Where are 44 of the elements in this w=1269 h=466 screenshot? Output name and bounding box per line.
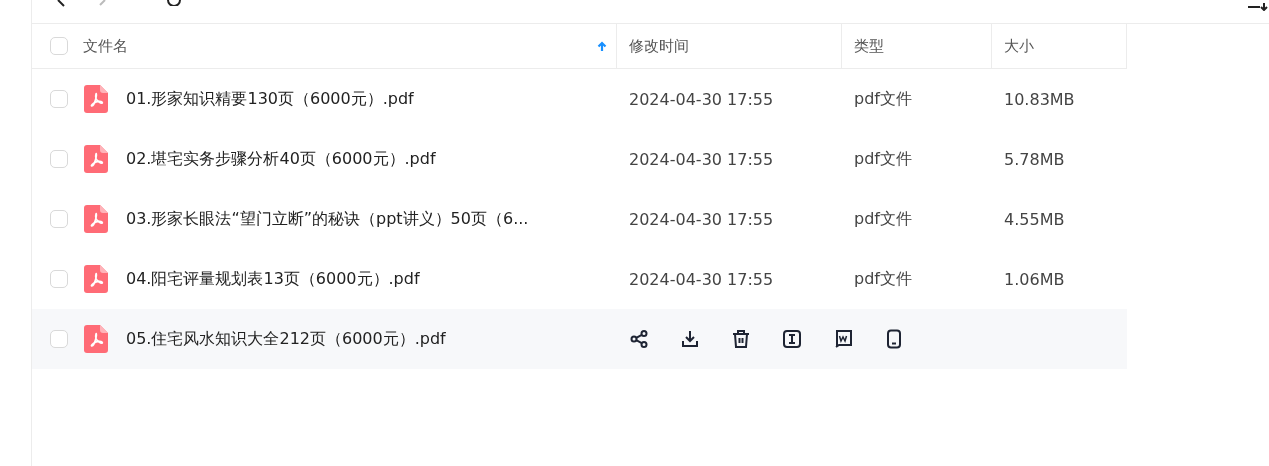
file-name[interactable]: 05.住宅风水知识大全212页（6000元）.pdf: [126, 328, 446, 350]
modified-time: 2024-04-30 17:55: [629, 149, 774, 169]
row-checkbox[interactable]: [50, 210, 68, 228]
file-name[interactable]: 01.形家知识精要130页（6000元）.pdf: [126, 88, 414, 110]
column-header[interactable]: 大小: [1004, 36, 1034, 56]
modified-time: 2024-04-30 17:55: [629, 209, 774, 229]
column-header[interactable]: 类型: [854, 36, 884, 56]
sort-icon[interactable]: [1247, 3, 1269, 11]
download-icon[interactable]: [680, 329, 700, 349]
pdf-file-icon: [84, 145, 108, 173]
file-row[interactable]: 04.阳宅评量规划表13页（6000元）.pdf 2024-04-30 17:55 pdf文件 1.06MB: [32, 249, 1127, 309]
file-type: pdf文件: [854, 88, 912, 110]
file-name[interactable]: 04.阳宅评量规划表13页（6000元）.pdf: [126, 268, 420, 290]
file-name[interactable]: 02.堪宅实务步骤分析40页（6000元）.pdf: [126, 148, 436, 170]
file-name[interactable]: 03.形家长眼法“望门立断”的秘诀（ppt讲义）50页（6...: [126, 208, 529, 230]
file-type: pdf文件: [854, 148, 912, 170]
file-row[interactable]: 02.堪宅实务步骤分析40页（6000元）.pdf 2024-04-30 17:55 pdf文件 5.78MB: [32, 129, 1127, 189]
phone-icon[interactable]: [884, 329, 904, 349]
file-size: 1.06MB: [1004, 269, 1065, 289]
file-type: pdf文件: [854, 208, 912, 230]
modified-time: 2024-04-30 17:55: [629, 269, 774, 289]
file-size: 4.55MB: [1004, 209, 1065, 229]
select-all-checkbox[interactable]: [50, 37, 68, 55]
file-row[interactable]: 03.形家长眼法“望门立断”的秘诀（ppt讲义）50页（6... 2024-04-30 17:55 pdf文件 4.55MB: [32, 189, 1127, 249]
column-header[interactable]: 文件名: [83, 36, 128, 56]
pdf-file-icon: [84, 325, 108, 353]
file-size: 5.78MB: [1004, 149, 1065, 169]
modified-time: 2024-04-30 17:55: [629, 89, 774, 109]
row-checkbox[interactable]: [50, 270, 68, 288]
file-row[interactable]: 01.形家知识精要130页（6000元）.pdf 2024-04-30 17:55 pdf文件 10.83MB: [32, 69, 1127, 129]
pdf-file-icon: [84, 205, 108, 233]
text-cursor-icon[interactable]: [782, 329, 802, 349]
pdf-file-icon: [84, 265, 108, 293]
delete-icon[interactable]: [731, 329, 751, 349]
document-icon[interactable]: [833, 329, 853, 349]
row-checkbox[interactable]: [50, 150, 68, 168]
file-row[interactable]: 05.住宅风水知识大全212页（6000元）.pdf: [32, 309, 1127, 369]
file-size: 10.83MB: [1004, 89, 1075, 109]
row-checkbox[interactable]: [50, 330, 68, 348]
pdf-file-icon: [84, 85, 108, 113]
column-header[interactable]: 修改时间: [629, 36, 689, 56]
file-type: pdf文件: [854, 268, 912, 290]
row-checkbox[interactable]: [50, 90, 68, 108]
share-icon[interactable]: [629, 329, 649, 349]
